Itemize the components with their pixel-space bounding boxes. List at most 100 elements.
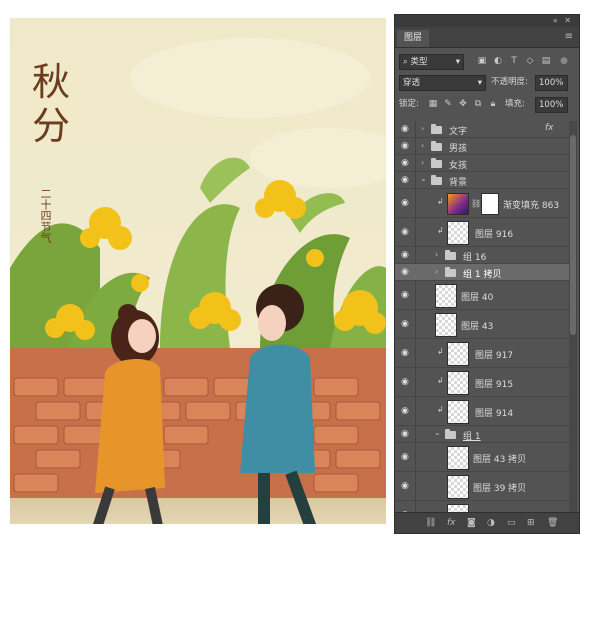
layer-row[interactable]: ◉ › 男孩 (395, 138, 569, 155)
lock-brush-icon[interactable]: ✎ (443, 99, 453, 109)
eye-icon[interactable]: ◉ (401, 482, 413, 491)
link-icon[interactable]: ⛓ (471, 199, 481, 208)
chevron-right-icon[interactable]: › (421, 124, 424, 133)
fill-label: 填充: (505, 99, 525, 109)
layer-row[interactable]: ◉ ⌄ 组 1 (395, 426, 569, 443)
opacity-label: 不透明度: (491, 77, 528, 87)
filter-pixel-icon[interactable]: ▣ (477, 56, 487, 66)
lock-transparent-icon[interactable]: ▦ (428, 99, 438, 109)
folder-icon (431, 124, 442, 134)
lock-artboard-icon[interactable]: ⧉ (473, 99, 483, 109)
scrollbar-thumb[interactable] (570, 135, 576, 335)
new-group-icon[interactable]: ▭ (507, 518, 516, 528)
layer-row[interactable]: ◉ ↲ 图层 917 (395, 339, 569, 368)
eye-icon[interactable]: ◉ (401, 159, 413, 168)
eye-icon[interactable]: ◉ (401, 228, 413, 237)
mask-thumbnail (481, 193, 499, 215)
collapse-icon[interactable]: « ✕ (553, 16, 573, 25)
opacity-input[interactable]: 100% (535, 75, 568, 91)
folder-open-icon (445, 429, 456, 439)
chevron-down-icon[interactable]: ⌄ (434, 428, 441, 437)
eye-icon[interactable]: ◉ (401, 320, 413, 329)
link-layers-icon[interactable]: ⛓ (425, 518, 436, 528)
layer-row[interactable]: ◉ 图层 40 (395, 281, 569, 310)
layer-name: 图层 917 (475, 351, 514, 361)
add-style-icon[interactable]: fx (447, 518, 456, 528)
add-mask-icon[interactable]: ◙ (467, 518, 476, 528)
layer-name: 图层 40 (461, 293, 494, 303)
chevron-right-icon[interactable]: › (435, 250, 438, 259)
layer-row[interactable]: ◉ ↲ 图层 915 (395, 368, 569, 397)
layer-row[interactable]: ◉ 图层 43 (395, 310, 569, 339)
filter-shape-icon[interactable]: ◇ (525, 56, 535, 66)
eye-icon[interactable]: ◉ (401, 407, 413, 416)
eye-icon[interactable]: ◉ (401, 199, 413, 208)
chevron-right-icon[interactable]: › (435, 267, 438, 276)
layer-row[interactable]: ◉ ↲ 图层 914 (395, 397, 569, 426)
layer-row[interactable]: ◉ › 女孩 (395, 155, 569, 172)
chevron-right-icon[interactable]: › (421, 158, 424, 167)
layer-thumbnail (447, 221, 469, 245)
chevron-down-icon[interactable]: ⌄ (420, 174, 427, 183)
new-layer-icon[interactable]: ⊞ (527, 518, 535, 528)
layer-row[interactable]: ◉ 图层 39 拷贝 (395, 472, 569, 501)
fx-badge[interactable]: fx (545, 123, 554, 133)
layer-thumbnail (435, 284, 457, 308)
panel-bottom-toolbar: ⛓ fx ◙ ◑ ▭ ⊞ 🗑︎ (395, 512, 579, 533)
layer-name: 图层 916 (475, 230, 514, 240)
lock-position-icon[interactable]: ✥ (458, 99, 468, 109)
layer-name: 图层 43 (461, 322, 494, 332)
layer-row-selected[interactable]: ◉ › 组 1 拷贝 (395, 264, 569, 281)
layer-name: 图层 914 (475, 409, 514, 419)
title-line-2: 分 (32, 104, 73, 148)
chevron-down-icon: ▾ (455, 57, 460, 67)
panel-menu-icon[interactable]: ≡ (565, 31, 573, 42)
artwork-canvas: 秋 分 二十四节气 (10, 18, 386, 524)
layer-row[interactable]: ◉ ↲ ⛓ 渐变填充 863 (395, 189, 569, 218)
lock-all-icon[interactable]: 🔒︎ (488, 99, 498, 109)
eye-icon[interactable]: ◉ (401, 291, 413, 300)
eye-icon[interactable]: ◉ (401, 349, 413, 358)
filter-adjustment-icon[interactable]: ◐ (493, 56, 503, 66)
lock-row: 锁定: ▦ ✎ ✥ ⧉ 🔒︎ 填充: 100% (395, 94, 579, 114)
blend-row: 穿透 ▾ 不透明度: 100% (395, 72, 579, 92)
eye-icon[interactable]: ◉ (401, 176, 413, 185)
eye-icon[interactable]: ◉ (401, 430, 413, 439)
gradient-thumbnail (447, 193, 469, 215)
eye-icon[interactable]: ◉ (401, 251, 413, 260)
eye-icon[interactable]: ◉ (401, 268, 413, 277)
layer-row[interactable]: ◉ ⌄ 背景 (395, 172, 569, 189)
layer-row[interactable]: ◉ 图层 43 拷贝 (395, 443, 569, 472)
layer-name: 背景 (449, 178, 468, 188)
layer-thumbnail (447, 342, 469, 366)
eye-icon[interactable]: ◉ (401, 453, 413, 462)
filter-toggle-icon[interactable]: ● (559, 56, 569, 66)
tab-layers[interactable]: 图层 (397, 30, 430, 47)
layer-row[interactable]: ◉ › 文字 fx (395, 121, 569, 138)
filter-smartobject-icon[interactable]: ▤ (541, 56, 551, 66)
eye-icon[interactable]: ◉ (401, 125, 413, 134)
chevron-right-icon[interactable]: › (421, 141, 424, 150)
filter-type-icon[interactable]: T (509, 56, 519, 66)
layer-name: 女孩 (449, 161, 468, 171)
layer-name: 组 1 拷贝 (463, 270, 502, 280)
layers-scrollbar[interactable] (569, 121, 577, 513)
folder-icon (431, 158, 442, 168)
blend-mode-select[interactable]: 穿透 ▾ (399, 75, 486, 91)
layers-list: ◉ › 文字 fx ◉ › 男孩 ◉ › 女孩 ◉ ⌄ 背景 ◉ ↲ ⛓ 渐变填… (395, 121, 569, 513)
eye-icon[interactable]: ◉ (401, 142, 413, 151)
filter-row: ⌕ 类型 ▾ ▣ ◐ T ◇ ▤ ● (395, 51, 579, 71)
layer-row[interactable]: ◉ › 组 16 (395, 247, 569, 264)
layer-name: 图层 39 拷贝 (473, 484, 527, 494)
delete-layer-icon[interactable]: 🗑︎ (547, 518, 558, 528)
layer-name: 文字 (449, 127, 468, 137)
folder-open-icon (431, 175, 442, 185)
filter-kind-select[interactable]: ⌕ 类型 ▾ (399, 54, 464, 70)
new-adjustment-icon[interactable]: ◑ (487, 518, 495, 528)
artwork-subtitle: 二十四节气 (39, 188, 52, 243)
clip-arrow-icon: ↲ (437, 347, 444, 356)
layer-row[interactable]: ◉ ↲ 图层 916 (395, 218, 569, 247)
fill-input[interactable]: 100% (535, 97, 568, 113)
folder-icon (445, 267, 456, 277)
eye-icon[interactable]: ◉ (401, 378, 413, 387)
